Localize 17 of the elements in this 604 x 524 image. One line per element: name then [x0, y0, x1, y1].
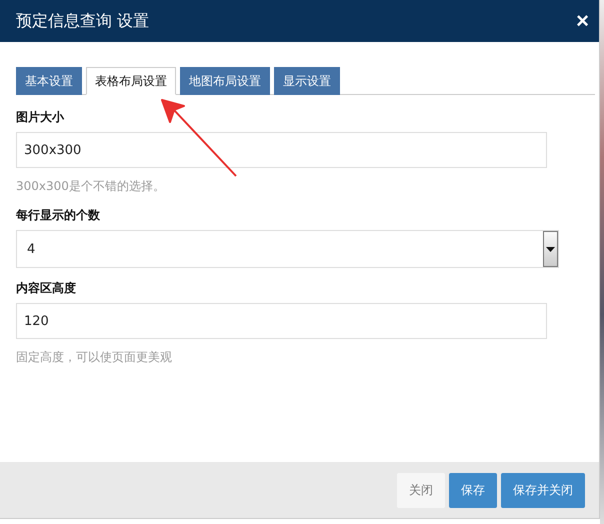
window-title: 预定信息查询 设置: [16, 10, 150, 32]
save-button[interactable]: 保存: [449, 472, 497, 508]
dropdown-field[interactable]: 4: [16, 230, 559, 268]
input-field[interactable]: 120: [16, 303, 547, 339]
hint-text: 固定高度，可以使页面更美观: [16, 349, 173, 366]
tab[interactable]: 地图布局设置: [180, 67, 270, 95]
field-label: 内容区高度: [16, 280, 77, 297]
save-button[interactable]: 保存并关闭: [501, 472, 585, 508]
close-button[interactable]: 关闭: [397, 472, 445, 508]
input-field[interactable]: 300x300: [16, 132, 547, 168]
tab[interactable]: 表格布局设置: [86, 67, 176, 95]
field-label: 图片大小: [16, 109, 66, 126]
hint-text: 300x300是个不错的选择。: [16, 178, 166, 195]
field-label: 每行显示的个数: [16, 207, 101, 224]
tab[interactable]: 显示设置: [274, 67, 340, 95]
tab[interactable]: 基本设置: [16, 67, 82, 95]
close-button[interactable]: ×: [576, 8, 589, 34]
